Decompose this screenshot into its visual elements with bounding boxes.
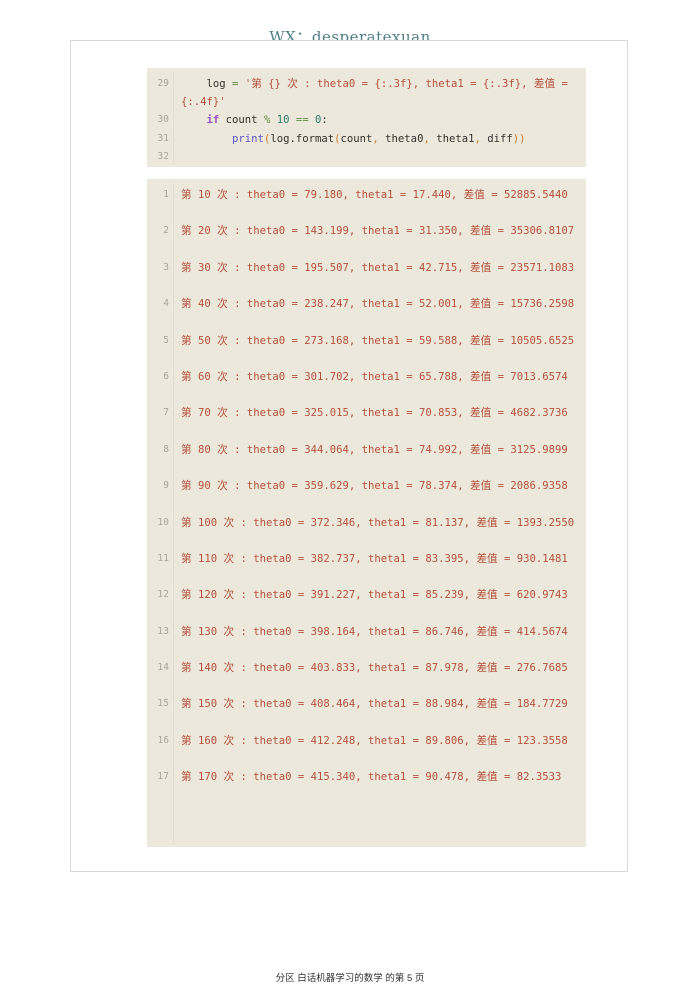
output-line-number: 1 xyxy=(163,189,169,200)
page-sheet: 29 30 31 32 log = '第 {} 次 : theta0 = {:.3f}… xyxy=(70,40,628,872)
output-line-number: 11 xyxy=(157,552,169,564)
code-line[interactable] xyxy=(181,148,580,166)
output-line: 第 10 次 : theta0 = 79.180, theta1 = 17.44… xyxy=(181,189,568,201)
output-line: 第 70 次 : theta0 = 325.015, theta1 = 70.8… xyxy=(181,407,568,420)
code-line-number: 30 xyxy=(157,114,169,126)
code-token-plain: theta1 xyxy=(429,132,475,145)
code-line[interactable]: if count % 10 == 0: xyxy=(181,111,580,129)
code-token-plain: : xyxy=(321,114,328,127)
output-line-number: 2 xyxy=(163,225,169,237)
code-token-num: 10 xyxy=(276,114,290,127)
code-line-number-gutter: 29 30 31 32 xyxy=(147,68,173,167)
output-line-number: 3 xyxy=(163,261,169,273)
code-token-kw: if xyxy=(206,114,220,127)
output-line: 第 30 次 : theta0 = 195.507, theta1 = 42.7… xyxy=(181,261,575,274)
output-line: 第 150 次 : theta0 = 408.464, theta1 = 88.… xyxy=(181,698,568,711)
code-line-number: 32 xyxy=(157,150,169,162)
output-line-number: 5 xyxy=(163,334,169,346)
output-block: 1 2 3 4 5 6 7 8 9 10 11 12 13 14 15 16 17 第 10 次 : theta… xyxy=(147,179,586,847)
output-line-number: 6 xyxy=(163,370,169,382)
output-line-number: 14 xyxy=(157,662,169,674)
output-line: 第 100 次 : theta0 = 372.346, theta1 = 81.… xyxy=(181,516,575,529)
output-line: 第 110 次 : theta0 = 382.737, theta1 = 83.… xyxy=(181,552,568,565)
code-line[interactable]: log = '第 {} 次 : theta0 = {:.3f}, theta1 … xyxy=(181,75,580,111)
output-line: 第 60 次 : theta0 = 301.702, theta1 = 65.7… xyxy=(181,370,568,383)
code-line-number: 31 xyxy=(157,132,169,144)
code-token-plain: log xyxy=(270,132,290,145)
output-line: 第 80 次 : theta0 = 344.064, theta1 = 74.9… xyxy=(181,443,568,456)
code-token-punc: ) xyxy=(519,132,526,145)
code-token-plain: count xyxy=(219,114,264,127)
code-content[interactable]: log = '第 {} 次 : theta0 = {:.3f}, theta1 … xyxy=(174,68,586,167)
code-token-fn: print xyxy=(232,132,264,145)
code-token-plain: diff xyxy=(480,132,513,145)
output-line-number: 8 xyxy=(163,443,169,455)
code-token-op: == xyxy=(295,114,309,127)
output-line: 第 130 次 : theta0 = 398.164, theta1 = 86.… xyxy=(181,625,568,638)
code-line[interactable]: print(log.format(count, theta0, theta1, … xyxy=(181,130,580,148)
output-line: 第 120 次 : theta0 = 391.227, theta1 = 85.… xyxy=(181,589,568,602)
code-token-plain: count xyxy=(340,132,373,145)
output-line-number: 10 xyxy=(157,516,169,528)
output-line-number: 4 xyxy=(163,298,169,310)
code-token-plain: log xyxy=(206,78,226,90)
output-line-number: 15 xyxy=(157,698,169,710)
output-line-number: 16 xyxy=(157,734,169,746)
output-line: 第 90 次 : theta0 = 359.629, theta1 = 78.3… xyxy=(181,480,568,493)
output-line-number: 9 xyxy=(163,480,169,492)
output-line: 第 170 次 : theta0 = 415.340, theta1 = 90.… xyxy=(181,771,562,784)
output-line: 第 50 次 : theta0 = 273.168, theta1 = 59.5… xyxy=(181,334,575,347)
output-line: 第 40 次 : theta0 = 238.247, theta1 = 52.0… xyxy=(181,298,575,311)
code-token-plain: format xyxy=(295,132,335,145)
code-block: 29 30 31 32 log = '第 {} 次 : theta0 = {:.3f}… xyxy=(147,68,586,167)
output-line: 第 140 次 : theta0 = 403.833, theta1 = 87.… xyxy=(181,662,568,675)
output-line-number: 17 xyxy=(157,771,169,783)
output-line-number-gutter: 1 2 3 4 5 6 7 8 9 10 11 12 13 14 15 16 17 xyxy=(147,179,173,847)
output-line-number: 7 xyxy=(163,407,169,419)
code-line-number: 29 xyxy=(157,78,169,89)
output-line-number: 12 xyxy=(157,589,169,601)
output-content[interactable]: 第 10 次 : theta0 = 79.180, theta1 = 17.44… xyxy=(174,179,586,847)
code-token-plain: theta0 xyxy=(378,132,424,145)
output-line: 第 160 次 : theta0 = 412.248, theta1 = 89.… xyxy=(181,734,568,747)
output-line: 第 20 次 : theta0 = 143.199, theta1 = 31.3… xyxy=(181,225,575,238)
page-footer: 分区 白话机器学习的数学 的第 5 页 xyxy=(275,973,425,984)
output-line-number: 13 xyxy=(157,625,169,637)
